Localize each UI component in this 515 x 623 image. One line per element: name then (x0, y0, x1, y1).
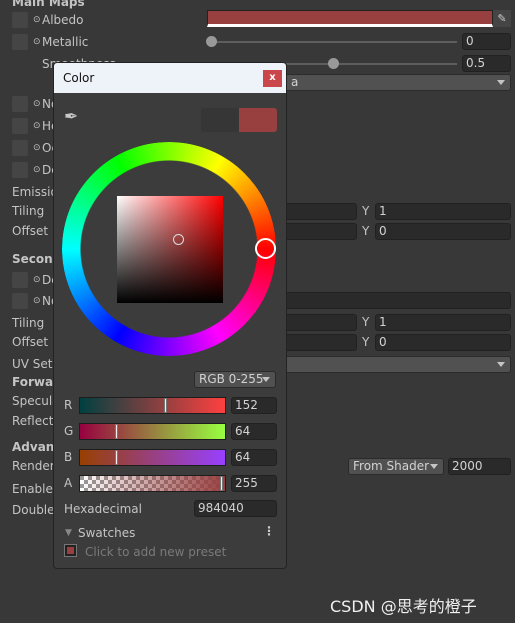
close-button[interactable]: x (263, 70, 282, 87)
tiling2-y-label: Y (362, 315, 370, 329)
eyedropper-icon[interactable]: ✒ (64, 107, 78, 127)
metallic-texture-slot[interactable] (12, 34, 28, 50)
uv-set-label: UV Set (12, 357, 53, 371)
chevron-down-icon (497, 80, 505, 85)
metallic-slider-thumb[interactable] (206, 36, 217, 47)
color-picker-titlebar[interactable]: Color x (54, 63, 286, 93)
tiling2-x-field[interactable] (280, 314, 357, 331)
albedo-color-field[interactable] (207, 10, 493, 27)
render-queue-dropdown[interactable]: From Shader (348, 458, 444, 475)
chevron-down-icon (430, 464, 438, 469)
render-queue-field[interactable]: 2000 (448, 458, 511, 475)
eyedropper-icon[interactable]: ✎ (493, 10, 511, 27)
section-forward-options: Forwar (12, 375, 59, 389)
offset2-x-field[interactable] (280, 334, 357, 351)
channel-g-field[interactable]: 64 (231, 423, 277, 440)
slider-handle[interactable] (164, 398, 167, 413)
channel-label: A (64, 476, 73, 490)
albedo-texture-slot[interactable] (12, 12, 28, 28)
offset2-label: Offset (12, 335, 49, 349)
detail-normal-scale-field[interactable] (280, 292, 511, 309)
tiling-y-label: Y (362, 204, 370, 218)
smoothness-slider-thumb[interactable] (328, 58, 339, 69)
add-preset-hint[interactable]: Click to add new preset (85, 544, 226, 560)
offset-y-label: Y (362, 224, 370, 238)
metallic-field[interactable]: 0 (462, 33, 511, 50)
channel-r-slider[interactable] (79, 397, 226, 414)
target-icon[interactable]: ⊙ (33, 272, 41, 288)
target-icon[interactable]: ⊙ (33, 12, 41, 28)
chevron-down-icon (262, 377, 270, 382)
color-picker-window: Color x ✒ RGB 0-255 R 152 G 64 B 64 A 25… (53, 62, 287, 569)
channel-b-slider[interactable] (79, 449, 226, 466)
saturation-value-handle[interactable] (173, 234, 184, 245)
chevron-down-icon (497, 362, 505, 367)
detail-normal-slot[interactable] (12, 293, 28, 309)
section-main-maps: Main Maps (12, 0, 85, 9)
offset-x-field[interactable] (280, 223, 357, 240)
hex-field[interactable]: 984040 (194, 500, 277, 517)
target-icon[interactable]: ⊙ (33, 118, 41, 134)
channel-label: G (64, 424, 74, 438)
metallic-slider-track[interactable] (211, 41, 457, 43)
detail-albedo-slot[interactable] (12, 272, 28, 288)
slider-handle[interactable] (115, 424, 118, 439)
saturation-value-square[interactable] (117, 196, 223, 303)
window-title: Color (63, 71, 95, 85)
hue-handle[interactable] (255, 238, 276, 259)
tiling-label: Tiling (12, 204, 45, 218)
double-sided-gi-label: Double (12, 503, 55, 517)
albedo-label: Albedo (42, 13, 84, 27)
normal-map-slot[interactable] (12, 96, 28, 112)
preset-swatch[interactable] (64, 544, 77, 557)
uv-set-dropdown[interactable] (280, 356, 511, 373)
reflections-label: Reflect (12, 414, 54, 428)
tiling2-y-field[interactable]: 1 (375, 314, 511, 331)
smoothness-source-dropdown[interactable]: a (280, 74, 511, 91)
target-icon[interactable]: ⊙ (33, 162, 41, 178)
render-queue-label: Render (12, 459, 55, 473)
offset2-y-field[interactable]: 0 (375, 334, 511, 351)
swatches-foldout[interactable]: Swatches (78, 525, 135, 541)
offset-label: Offset (12, 224, 49, 238)
more-options-icon[interactable]: ⋮ (263, 524, 275, 538)
previous-color-swatch[interactable] (201, 108, 239, 132)
occlusion-slot[interactable] (12, 140, 28, 156)
offset-y-field[interactable]: 0 (375, 223, 511, 240)
channel-label: B (64, 450, 73, 464)
hex-label: Hexadecimal (64, 502, 142, 516)
channel-a-field[interactable]: 255 (231, 475, 277, 492)
current-color-swatch (239, 108, 277, 132)
offset2-y-label: Y (362, 335, 370, 349)
channel-a-slider[interactable] (79, 475, 226, 492)
slider-handle[interactable] (115, 450, 118, 465)
slider-handle[interactable] (220, 476, 223, 491)
height-map-slot[interactable] (12, 118, 28, 134)
detail-mask-slot[interactable] (12, 162, 28, 178)
target-icon[interactable]: ⊙ (33, 34, 41, 50)
watermark: CSDN @思考的橙子 (330, 597, 477, 616)
color-mode-dropdown[interactable]: RGB 0-255 (194, 371, 276, 388)
foldout-triangle-icon[interactable]: ▼ (65, 528, 72, 538)
dropdown-value: RGB 0-255 (199, 372, 264, 386)
target-icon[interactable]: ⊙ (33, 140, 41, 156)
channel-label: R (64, 398, 73, 412)
target-icon[interactable]: ⊙ (33, 96, 41, 112)
dropdown-value: From Shader (353, 459, 430, 473)
channel-b-field[interactable]: 64 (231, 449, 277, 466)
metallic-label: Metallic (42, 35, 89, 49)
channel-r-field[interactable]: 152 (231, 397, 277, 414)
tiling-y-field[interactable]: 1 (375, 203, 511, 220)
emission-label: Emissio (12, 185, 58, 199)
smoothness-field[interactable]: 0.5 (462, 55, 511, 72)
dropdown-value: a (291, 75, 299, 89)
tiling-x-field[interactable] (280, 203, 357, 220)
tiling2-label: Tiling (12, 316, 45, 330)
target-icon[interactable]: ⊙ (33, 293, 41, 309)
enable-gpu-instancing-label: Enable (12, 482, 53, 496)
channel-g-slider[interactable] (79, 423, 226, 440)
